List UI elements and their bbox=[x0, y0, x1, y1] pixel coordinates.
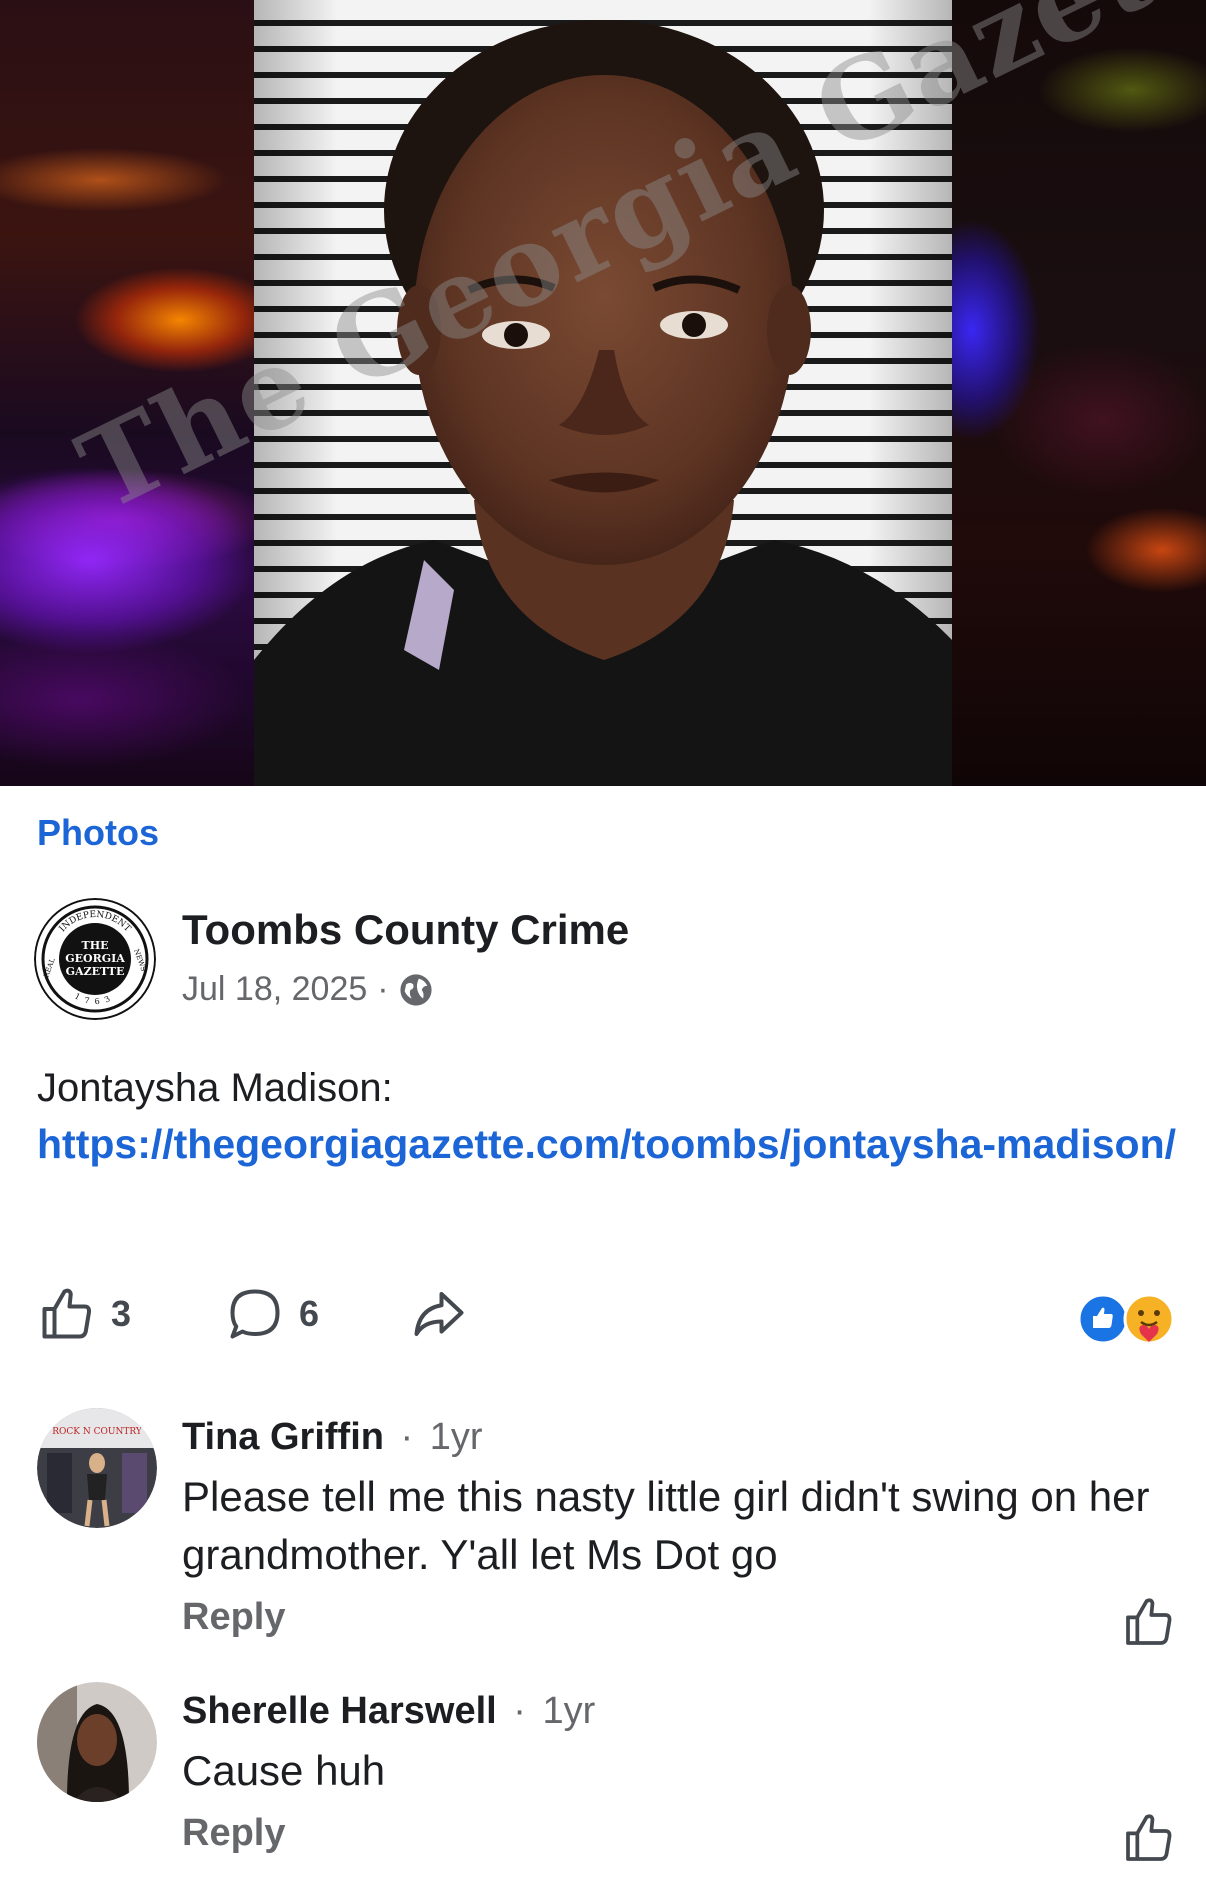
comment-time[interactable]: 1yr bbox=[543, 1690, 596, 1732]
share-arrow-icon bbox=[414, 1292, 464, 1336]
avatar-line1: THE bbox=[82, 939, 109, 952]
page-name[interactable]: Toombs County Crime bbox=[182, 906, 629, 954]
comment-text: Please tell me this nasty little girl di… bbox=[182, 1473, 1150, 1578]
like-reaction-icon bbox=[1077, 1293, 1129, 1345]
avatar-brand-text: ROCK N COUNTRY bbox=[52, 1427, 143, 1437]
comment-bubble-icon bbox=[230, 1289, 280, 1339]
post-text: Jontaysha Madison: bbox=[37, 1066, 393, 1110]
comment-time[interactable]: 1yr bbox=[430, 1416, 483, 1458]
comment-item: ROCK N COUNTRY Tina Griffin · 1yr Please… bbox=[37, 1408, 1177, 1645]
like-count: 3 bbox=[111, 1293, 132, 1334]
reply-button[interactable]: Reply bbox=[182, 1596, 285, 1639]
reaction-summary[interactable] bbox=[1077, 1292, 1177, 1346]
comment-header: Sherelle Harswell · 1yr bbox=[182, 1690, 595, 1733]
comment-item: Sherelle Harswell · 1yr Cause huh Reply bbox=[37, 1682, 1177, 1872]
like-button[interactable]: 3 bbox=[37, 1284, 131, 1344]
globe-icon bbox=[400, 973, 432, 1006]
comment-separator: · bbox=[513, 1690, 526, 1732]
post-meta: Jul 18, 2025 · bbox=[182, 970, 433, 1009]
comment-count: 6 bbox=[299, 1293, 320, 1334]
post-date[interactable]: Jul 18, 2025 bbox=[182, 970, 367, 1009]
post-photo[interactable]: The Georgia Gazette bbox=[0, 0, 1206, 786]
photos-link[interactable]: Photos bbox=[37, 812, 159, 854]
share-button[interactable] bbox=[409, 1284, 469, 1344]
post-body: Jontaysha Madison: https://thegeorgiagaz… bbox=[37, 1060, 1177, 1172]
comment-author[interactable]: Sherelle Harswell bbox=[182, 1690, 497, 1732]
action-bar: 3 6 bbox=[37, 1284, 1177, 1348]
care-reaction-icon bbox=[1123, 1293, 1175, 1345]
comment-text: Cause huh bbox=[182, 1747, 386, 1794]
commenter-avatar[interactable]: ROCK N COUNTRY bbox=[37, 1408, 157, 1528]
page-avatar[interactable]: INDEPENDENT 1763 THE GEORGIA GAZETTE REA… bbox=[34, 898, 156, 1020]
meta-separator: · bbox=[377, 970, 389, 1008]
post-link[interactable]: https://thegeorgiagazette.com/toombs/jon… bbox=[37, 1116, 1177, 1172]
reply-button[interactable]: Reply bbox=[182, 1812, 285, 1855]
commenter-avatar[interactable] bbox=[37, 1682, 157, 1802]
comment-button[interactable]: 6 bbox=[225, 1284, 319, 1344]
avatar-line3: GAZETTE bbox=[66, 965, 125, 978]
comment-separator: · bbox=[400, 1416, 414, 1458]
avatar-line2: GEORGIA bbox=[65, 952, 125, 965]
comment-header: Tina Griffin · 1yr bbox=[182, 1416, 483, 1459]
police-lights-right bbox=[952, 0, 1206, 786]
thumbs-up-icon[interactable] bbox=[1121, 1810, 1177, 1866]
thumbs-up-icon[interactable] bbox=[1121, 1594, 1177, 1650]
comment-author[interactable]: Tina Griffin bbox=[182, 1416, 384, 1458]
thumbs-up-icon bbox=[42, 1288, 92, 1339]
